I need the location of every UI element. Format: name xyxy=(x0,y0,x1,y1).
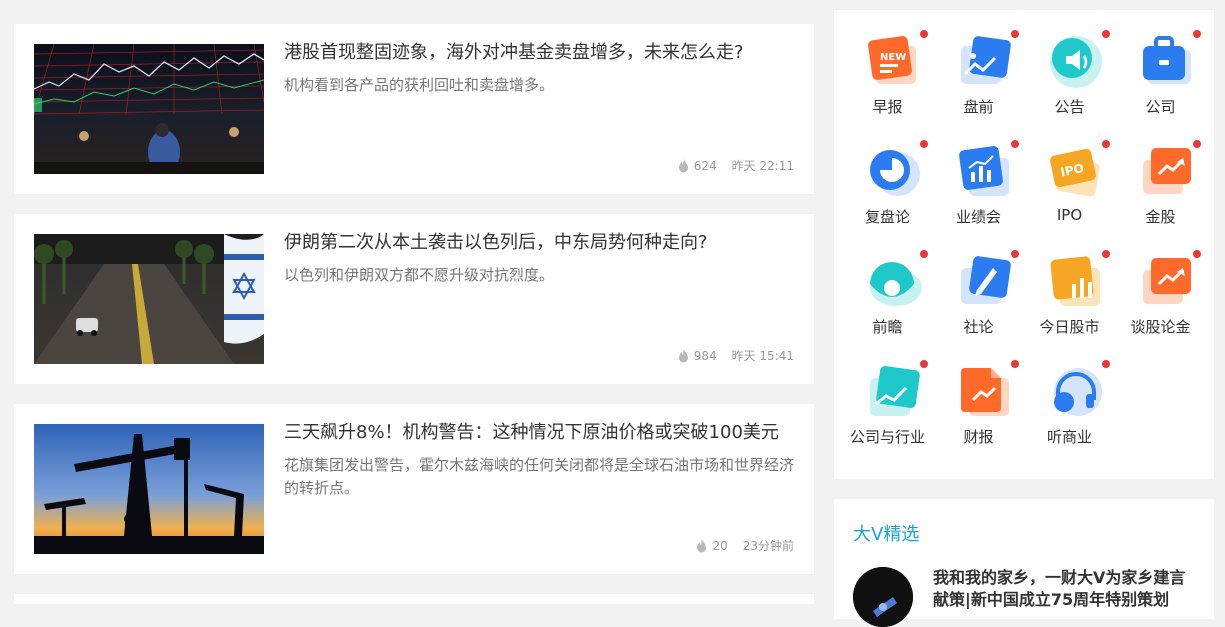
category-label: 业绩会 xyxy=(955,208,1001,226)
category-tile-premarket[interactable]: 盘前 xyxy=(933,10,1024,120)
publish-time: 昨天 22:11 xyxy=(731,159,794,173)
category-tile-outlook[interactable]: 前瞻 xyxy=(842,230,933,340)
article-title[interactable]: 伊朗第二次从本土袭击以色列后，中东局势何种走向? xyxy=(284,230,794,256)
article-meta: 624 昨天 22:11 xyxy=(678,157,794,174)
category-tile-today-market[interactable]: 今日股市 xyxy=(1024,230,1115,340)
category-label: 听商业 xyxy=(1046,428,1092,446)
category-tile-morning-news[interactable]: NEW 早报 xyxy=(842,10,933,120)
category-tile-ipo[interactable]: IPO IPO xyxy=(1024,120,1115,230)
article-card[interactable]: 港股首现整固迹象，海外对冲基金卖盘增多，未来怎么走? 机构看到各产品的获利回吐和… xyxy=(14,24,814,194)
unread-dot xyxy=(1102,30,1110,38)
pen-icon xyxy=(961,256,1011,304)
unread-dot xyxy=(1102,360,1110,368)
article-thumbnail[interactable] xyxy=(34,44,264,174)
article-summary: 花旗集团发出警告，霍尔木兹海峡的任何关闭都将是全球石油市场和世界经济的转折点。 xyxy=(284,456,795,497)
talk-stock-icon xyxy=(1143,258,1191,304)
industry-chart-icon xyxy=(870,366,920,416)
article-title[interactable]: 三天飙升8%！机构警告：这种情况下原油价格或突破100美元 xyxy=(284,420,794,446)
view-count: 624 xyxy=(693,158,717,173)
article-thumbnail[interactable] xyxy=(34,234,264,364)
category-tile-company-industry[interactable]: 公司与行业 xyxy=(842,340,933,450)
article-meta: 984 昨天 15:41 xyxy=(678,347,794,364)
category-label: 金股 xyxy=(1145,208,1176,226)
category-tile-financial-report[interactable]: 财报 xyxy=(933,340,1024,450)
article-card[interactable]: 伊朗第二次从本土袭击以色列后，中东局势何种走向? 以色列和伊朗双方都不愿升级对抗… xyxy=(14,214,814,384)
category-label: 财报 xyxy=(963,428,994,446)
ipo-ticket-icon: IPO xyxy=(1050,148,1100,197)
article-summary: 机构看到各产品的获利回吐和卖盘增多。 xyxy=(284,76,555,94)
unread-dot xyxy=(920,250,928,258)
article-summary: 以色列和伊朗双方都不愿升级对抗烈度。 xyxy=(284,266,555,284)
eye-icon xyxy=(870,262,922,306)
unread-dot xyxy=(920,360,928,368)
oil-pump-photo xyxy=(34,424,264,554)
category-label: 谈股论金 xyxy=(1130,318,1191,336)
fire-icon xyxy=(697,538,707,552)
unread-dot xyxy=(920,140,928,148)
view-count: 984 xyxy=(693,348,717,363)
fire-icon xyxy=(678,348,688,362)
category-label: 公告 xyxy=(1054,98,1085,116)
unread-dot xyxy=(1193,140,1201,148)
briefcase-icon xyxy=(1143,36,1191,84)
fire-icon xyxy=(678,158,688,172)
featured-avatar[interactable] xyxy=(853,567,913,627)
unread-dot xyxy=(920,30,928,38)
category-tile-stock-talk[interactable]: 谈股论金 xyxy=(1115,230,1206,340)
unread-dot xyxy=(1102,250,1110,258)
report-icon xyxy=(961,368,1009,416)
unread-dot xyxy=(1193,250,1201,258)
pie-chart-icon xyxy=(870,150,920,196)
category-label: 公司 xyxy=(1145,98,1176,116)
unread-dot xyxy=(1011,30,1019,38)
image-chart-icon xyxy=(961,36,1011,84)
article-meta: 20 23分钟前 xyxy=(696,537,794,554)
article-card[interactable]: 三天飙升8%！机构警告：这种情况下原油价格或突破100美元 花旗集团发出警告，霍… xyxy=(14,404,814,574)
speaker-icon xyxy=(1050,36,1102,88)
publish-time: 23分钟前 xyxy=(742,539,794,553)
category-label: 盘前 xyxy=(963,98,994,116)
newspaper-icon: NEW xyxy=(868,36,916,84)
category-tile-earnings-call[interactable]: 业绩会 xyxy=(933,120,1024,230)
category-label: IPO xyxy=(1056,206,1083,224)
featured-section-title[interactable]: 大V精选 xyxy=(853,520,919,546)
featured-avatar-image xyxy=(853,567,913,627)
gold-stock-icon xyxy=(1143,148,1191,194)
unread-dot xyxy=(1193,30,1201,38)
category-label: 今日股市 xyxy=(1039,318,1100,336)
category-tile-company[interactable]: 公司 xyxy=(1115,10,1206,120)
category-label: 复盘论 xyxy=(864,208,910,226)
category-label: 前瞻 xyxy=(872,318,903,336)
featured-panel: 大V精选 我和我的家乡，一财大V为家乡建言献策|新中国成立75周年特别策划 xyxy=(834,499,1214,627)
category-panel: NEW 早报 盘前 公告 公司 复盘论 业绩会 IPO IPO 金股 前瞻 社论… xyxy=(834,10,1214,479)
stock-screen-photo xyxy=(34,44,264,174)
stock-bars-icon xyxy=(1050,256,1100,306)
category-label: 公司与行业 xyxy=(849,428,925,446)
svg-text:NEW: NEW xyxy=(880,52,906,63)
headphones-icon xyxy=(1054,368,1102,416)
category-label: 社论 xyxy=(963,318,994,336)
view-count: 20 xyxy=(712,538,728,553)
category-tile-announcement[interactable]: 公告 xyxy=(1024,10,1115,120)
featured-item-title[interactable]: 我和我的家乡，一财大V为家乡建言献策|新中国成立75周年特别策划 xyxy=(933,567,1195,611)
israel-street-photo xyxy=(34,234,264,364)
category-label: 早报 xyxy=(872,98,903,116)
category-tile-business-audio[interactable]: 听商业 xyxy=(1024,340,1115,450)
unread-dot xyxy=(1102,140,1110,148)
category-tile-gold-stock[interactable]: 金股 xyxy=(1115,120,1206,230)
article-card[interactable] xyxy=(14,594,814,604)
article-feed: 港股首现整固迹象，海外对冲基金卖盘增多，未来怎么走? 机构看到各产品的获利回吐和… xyxy=(14,24,814,604)
unread-dot xyxy=(1011,250,1019,258)
publish-time: 昨天 15:41 xyxy=(731,349,794,363)
article-title[interactable]: 港股首现整固迹象，海外对冲基金卖盘增多，未来怎么走? xyxy=(284,40,794,66)
category-tile-review[interactable]: 复盘论 xyxy=(842,120,933,230)
unread-dot xyxy=(1011,360,1019,368)
bar-chart-icon xyxy=(959,146,1009,196)
unread-dot xyxy=(1011,140,1019,148)
category-tile-editorial[interactable]: 社论 xyxy=(933,230,1024,340)
article-thumbnail[interactable] xyxy=(34,424,264,554)
